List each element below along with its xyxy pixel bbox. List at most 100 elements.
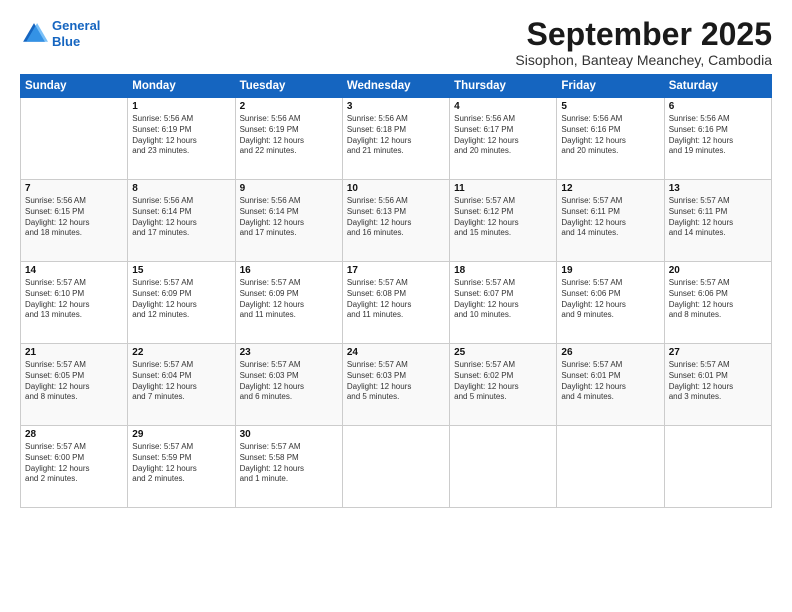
calendar-cell: 9Sunrise: 5:56 AM Sunset: 6:14 PM Daylig… [235,180,342,262]
day-number: 6 [669,101,767,112]
calendar-cell: 10 Sunrise: 5:56 AM Sunset: 6:13 PM Dayli… [342,180,449,262]
header: General Blue September 2025 Sisophon, Ba… [20,18,772,68]
calendar-cell: 23Sunrise: 5:57 AM Sunset: 6:03 PM Dayli… [235,344,342,426]
day-number: 22 [132,347,230,358]
day-number: 26 [561,347,659,358]
week-row-2: 7 Sunrise: 5:56 AM Sunset: 6:15 PM Daylig… [21,180,772,262]
calendar-cell: 18Sunrise: 5:57 AM Sunset: 6:07 PM Dayli… [450,262,557,344]
week-row-1: 1 Sunrise: 5:56 AM Sunset: 6:19 PM Daylig… [21,98,772,180]
day-number: 11 [454,183,552,194]
day-number: 17 [347,265,445,276]
day-info: Sunrise: 5:57 AM Sunset: 6:05 PM Dayligh… [25,360,123,403]
day-info: Sunrise: 5:57 AM Sunset: 6:08 PM Dayligh… [347,278,445,321]
day-info: Sunrise: 5:57 AM Sunset: 6:03 PM Dayligh… [347,360,445,403]
day-number: 21 [25,347,123,358]
day-number: 2 [240,101,338,112]
calendar-cell [342,426,449,508]
calendar-cell: 3Sunrise: 5:56 AM Sunset: 6:18 PM Daylig… [342,98,449,180]
page: General Blue September 2025 Sisophon, Ba… [0,0,792,612]
calendar-cell: 22 Sunrise: 5:57 AM Sunset: 6:04 PM Dayli… [128,344,235,426]
week-row-5: 28 Sunrise: 5:57 AM Sunset: 6:00 PM Dayli… [21,426,772,508]
day-number: 25 [454,347,552,358]
day-info: Sunrise: 5:56 AM Sunset: 6:14 PM Dayligh… [132,196,230,239]
day-info: Sunrise: 5:57 AM Sunset: 6:00 PM Dayligh… [25,442,123,485]
col-header-wednesday: Wednesday [342,75,449,98]
calendar-cell: 12 Sunrise: 5:57 AM Sunset: 6:11 PM Dayli… [557,180,664,262]
calendar-table: SundayMondayTuesdayWednesdayThursdayFrid… [20,74,772,508]
day-number: 24 [347,347,445,358]
day-number: 14 [25,265,123,276]
day-info: Sunrise: 5:56 AM Sunset: 6:13 PM Dayligh… [347,196,445,239]
calendar-cell [21,98,128,180]
calendar-cell: 27 Sunrise: 5:57 AM Sunset: 6:01 PM Dayli… [664,344,771,426]
calendar-cell: 19 Sunrise: 5:57 AM Sunset: 6:06 PM Dayli… [557,262,664,344]
day-number: 28 [25,429,123,440]
subtitle: Sisophon, Banteay Meanchey, Cambodia [515,52,772,68]
col-header-monday: Monday [128,75,235,98]
day-number: 5 [561,101,659,112]
calendar-cell: 21 Sunrise: 5:57 AM Sunset: 6:05 PM Dayli… [21,344,128,426]
day-info: Sunrise: 5:57 AM Sunset: 6:03 PM Dayligh… [240,360,338,403]
day-number: 20 [669,265,767,276]
calendar-cell: 13Sunrise: 5:57 AM Sunset: 6:11 PM Dayli… [664,180,771,262]
col-header-thursday: Thursday [450,75,557,98]
calendar-cell: 29Sunrise: 5:57 AM Sunset: 5:59 PM Dayli… [128,426,235,508]
day-info: Sunrise: 5:57 AM Sunset: 6:09 PM Dayligh… [240,278,338,321]
day-info: Sunrise: 5:57 AM Sunset: 5:58 PM Dayligh… [240,442,338,485]
calendar-cell: 17 Sunrise: 5:57 AM Sunset: 6:08 PM Dayli… [342,262,449,344]
day-info: Sunrise: 5:57 AM Sunset: 6:01 PM Dayligh… [561,360,659,403]
logo-icon [20,20,48,48]
day-number: 1 [132,101,230,112]
calendar-cell [557,426,664,508]
day-number: 12 [561,183,659,194]
logo-line1: General [52,18,100,33]
day-info: Sunrise: 5:57 AM Sunset: 6:04 PM Dayligh… [132,360,230,403]
calendar-cell: 5Sunrise: 5:56 AM Sunset: 6:16 PM Daylig… [557,98,664,180]
week-row-3: 14 Sunrise: 5:57 AM Sunset: 6:10 PM Dayli… [21,262,772,344]
week-row-4: 21 Sunrise: 5:57 AM Sunset: 6:05 PM Dayli… [21,344,772,426]
calendar-cell: 28 Sunrise: 5:57 AM Sunset: 6:00 PM Dayli… [21,426,128,508]
calendar-cell: 25 Sunrise: 5:57 AM Sunset: 6:02 PM Dayli… [450,344,557,426]
calendar-cell: 11Sunrise: 5:57 AM Sunset: 6:12 PM Dayli… [450,180,557,262]
day-info: Sunrise: 5:56 AM Sunset: 6:16 PM Dayligh… [669,114,767,157]
calendar-cell: 6 Sunrise: 5:56 AM Sunset: 6:16 PM Daylig… [664,98,771,180]
day-info: Sunrise: 5:56 AM Sunset: 6:19 PM Dayligh… [132,114,230,157]
day-number: 10 [347,183,445,194]
calendar-cell: 2 Sunrise: 5:56 AM Sunset: 6:19 PM Daylig… [235,98,342,180]
day-info: Sunrise: 5:57 AM Sunset: 6:10 PM Dayligh… [25,278,123,321]
day-info: Sunrise: 5:57 AM Sunset: 6:01 PM Dayligh… [669,360,767,403]
day-number: 4 [454,101,552,112]
col-header-friday: Friday [557,75,664,98]
day-info: Sunrise: 5:56 AM Sunset: 6:17 PM Dayligh… [454,114,552,157]
calendar-cell: 30Sunrise: 5:57 AM Sunset: 5:58 PM Dayli… [235,426,342,508]
calendar-cell: 16 Sunrise: 5:57 AM Sunset: 6:09 PM Dayli… [235,262,342,344]
title-block: September 2025 Sisophon, Banteay Meanche… [515,18,772,68]
day-number: 8 [132,183,230,194]
calendar-cell [450,426,557,508]
day-number: 18 [454,265,552,276]
col-header-saturday: Saturday [664,75,771,98]
calendar-cell: 1 Sunrise: 5:56 AM Sunset: 6:19 PM Daylig… [128,98,235,180]
day-info: Sunrise: 5:57 AM Sunset: 5:59 PM Dayligh… [132,442,230,485]
col-header-sunday: Sunday [21,75,128,98]
day-info: Sunrise: 5:57 AM Sunset: 6:02 PM Dayligh… [454,360,552,403]
calendar-cell: 8 Sunrise: 5:56 AM Sunset: 6:14 PM Daylig… [128,180,235,262]
col-header-tuesday: Tuesday [235,75,342,98]
day-number: 13 [669,183,767,194]
calendar-cell [664,426,771,508]
day-number: 7 [25,183,123,194]
day-info: Sunrise: 5:56 AM Sunset: 6:15 PM Dayligh… [25,196,123,239]
day-number: 3 [347,101,445,112]
day-number: 19 [561,265,659,276]
day-info: Sunrise: 5:57 AM Sunset: 6:06 PM Dayligh… [561,278,659,321]
day-number: 27 [669,347,767,358]
calendar-cell: 26 Sunrise: 5:57 AM Sunset: 6:01 PM Dayli… [557,344,664,426]
day-info: Sunrise: 5:56 AM Sunset: 6:14 PM Dayligh… [240,196,338,239]
day-number: 16 [240,265,338,276]
logo: General Blue [20,18,100,49]
day-info: Sunrise: 5:57 AM Sunset: 6:11 PM Dayligh… [561,196,659,239]
day-info: Sunrise: 5:56 AM Sunset: 6:19 PM Dayligh… [240,114,338,157]
calendar-cell: 14 Sunrise: 5:57 AM Sunset: 6:10 PM Dayli… [21,262,128,344]
calendar-cell: 20Sunrise: 5:57 AM Sunset: 6:06 PM Dayli… [664,262,771,344]
logo-line2: Blue [52,34,80,49]
